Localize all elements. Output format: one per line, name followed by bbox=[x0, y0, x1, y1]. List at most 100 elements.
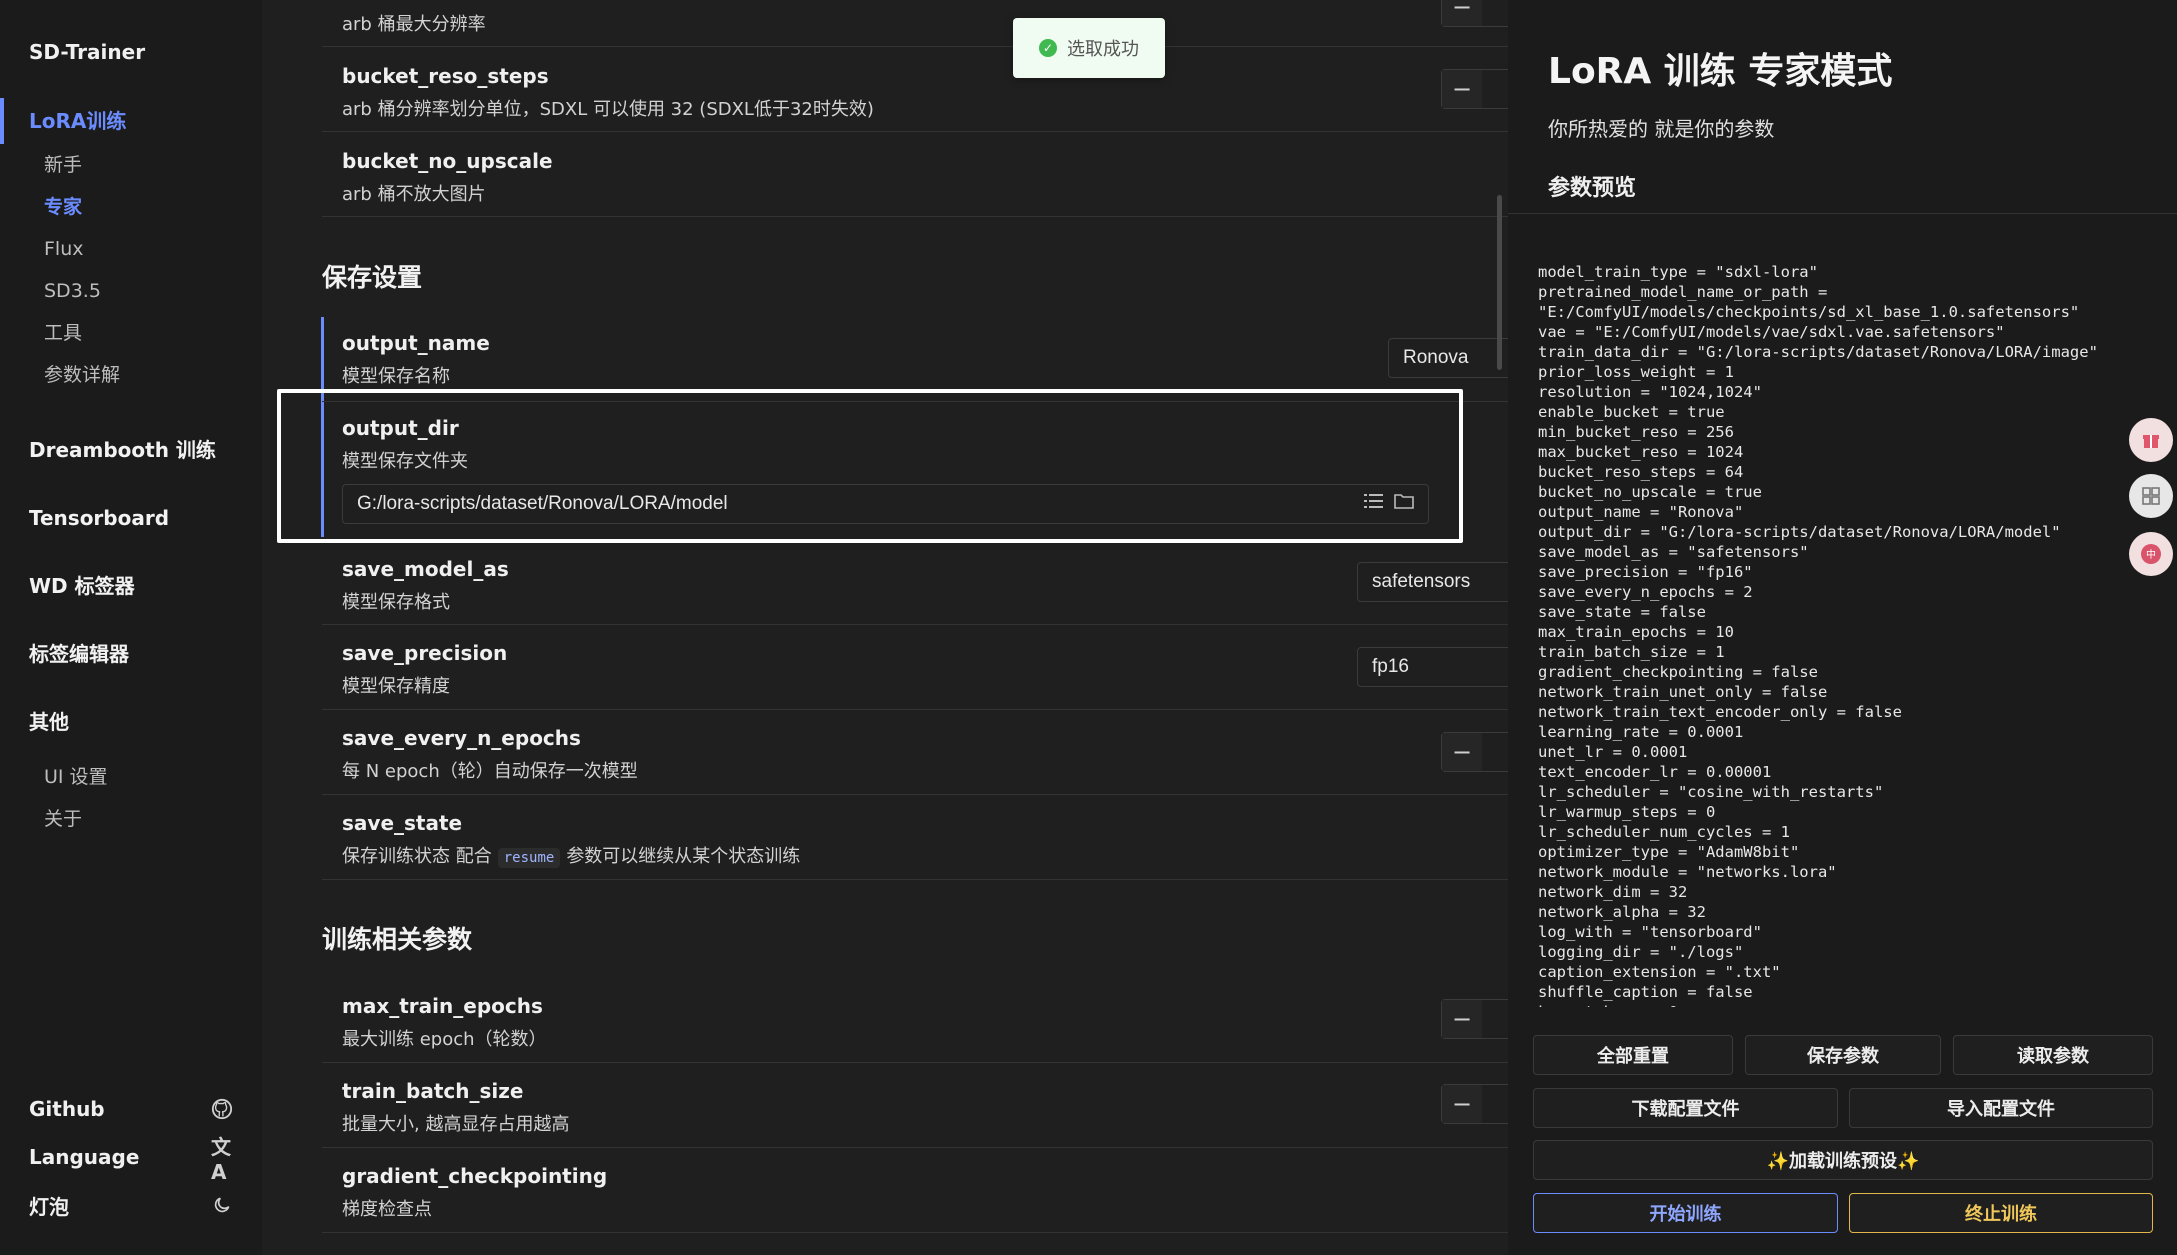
param-row-max-train-epochs: max_train_epochs 最大训练 epoch（轮数） − 10 + ·… bbox=[322, 978, 1508, 1063]
theme-label: 灯泡 bbox=[29, 1194, 69, 1219]
decrement-button[interactable]: − bbox=[1442, 1000, 1482, 1038]
param-name: max_train_epochs bbox=[342, 994, 543, 1018]
main-content: arb 桶最大分辨率 − 1024 + ··· bucket_reso_step… bbox=[262, 0, 1508, 1255]
check-icon: ✓ bbox=[1039, 39, 1057, 57]
param-name: output_name bbox=[342, 331, 490, 355]
download-config-button[interactable]: 下载配置文件 bbox=[1533, 1088, 1838, 1128]
start-training-button[interactable]: 开始训练 bbox=[1533, 1193, 1838, 1233]
param-desc: 最大训练 epoch（轮数） bbox=[342, 1029, 547, 1050]
decrement-button[interactable]: − bbox=[1442, 70, 1482, 108]
param-name: bucket_no_upscale bbox=[342, 149, 553, 173]
sidebar: SD-Trainer LoRA训练 新手 专家 Flux SD3.5 工具 参数… bbox=[0, 0, 262, 1255]
nav-tag-editor[interactable]: 标签编辑器 bbox=[0, 620, 262, 688]
stepper-value[interactable]: 2 bbox=[1482, 741, 1508, 763]
param-desc: arb 桶最大分辨率 bbox=[342, 14, 486, 35]
nav-lora-tools[interactable]: 工具 bbox=[0, 312, 262, 354]
import-config-button[interactable]: 导入配置文件 bbox=[1849, 1088, 2153, 1128]
main-scrollbar[interactable] bbox=[1497, 195, 1502, 370]
param-name: bucket_reso_steps bbox=[342, 64, 549, 88]
svg-text:中: 中 bbox=[2146, 548, 2156, 561]
panel-title: LoRA 训练 专家模式 bbox=[1548, 51, 1893, 92]
nav-other[interactable]: 其他 bbox=[0, 688, 262, 756]
max-bucket-reso-stepper[interactable]: − 1024 + bbox=[1441, 0, 1508, 27]
section-training-params: 训练相关参数 bbox=[322, 925, 473, 954]
toast-text: 选取成功 bbox=[1067, 39, 1139, 60]
param-desc: 批量大小, 越高显存占用越高 bbox=[342, 1114, 570, 1135]
decrement-button[interactable]: − bbox=[1442, 1085, 1482, 1123]
nav-lora-sd35[interactable]: SD3.5 bbox=[0, 270, 262, 312]
train-batch-size-stepper[interactable]: − 1 + bbox=[1441, 1084, 1508, 1124]
github-link[interactable]: Github bbox=[0, 1085, 262, 1133]
save-model-as-select[interactable]: safetensors ⌄ bbox=[1357, 562, 1508, 602]
nav-dreambooth[interactable]: Dreambooth 训练 bbox=[0, 416, 262, 484]
highlight-frame bbox=[277, 389, 1463, 543]
param-name: train_batch_size bbox=[342, 1079, 524, 1103]
panel-subtitle: 你所热爱的 就是你的参数 bbox=[1548, 117, 1775, 141]
max-train-epochs-stepper[interactable]: − 10 + bbox=[1441, 999, 1508, 1039]
language-label: Language bbox=[29, 1145, 140, 1169]
nav-lora-flux[interactable]: Flux bbox=[0, 228, 262, 270]
param-row-bucket-reso-steps: bucket_reso_steps arb 桶分辨率划分单位，SDXL 可以使用… bbox=[322, 47, 1508, 132]
param-desc: 保存训练状态 配合 resume 参数可以继续从某个状态训练 bbox=[342, 842, 800, 868]
apps-icon[interactable] bbox=[2129, 474, 2173, 518]
save-params-button[interactable]: 保存参数 bbox=[1745, 1035, 1941, 1075]
params-preview-code: model_train_type = "sdxl-lora" pretraine… bbox=[1538, 263, 2098, 1007]
moon-icon bbox=[211, 1194, 233, 1216]
param-row-max-bucket-reso: arb 桶最大分辨率 − 1024 + ··· bbox=[322, 0, 1508, 47]
nav-tensorboard[interactable]: Tensorboard bbox=[0, 484, 262, 552]
sidebar-nav: LoRA训练 新手 专家 Flux SD3.5 工具 参数详解 Dreamboo… bbox=[0, 98, 262, 840]
param-row-save-model-as: save_model_as 模型保存格式 safetensors ⌄ ··· bbox=[322, 540, 1508, 625]
stop-training-button[interactable]: 终止训练 bbox=[1849, 1193, 2153, 1233]
reset-all-button[interactable]: 全部重置 bbox=[1533, 1035, 1733, 1075]
preview-heading: 参数预览 bbox=[1548, 176, 1637, 201]
github-icon bbox=[211, 1098, 233, 1120]
desc-text: 参数可以继续从某个状态训练 bbox=[566, 846, 801, 867]
param-desc: 每 N epoch（轮）自动保存一次模型 bbox=[342, 761, 638, 782]
brand-title[interactable]: SD-Trainer bbox=[29, 40, 145, 64]
load-preset-button[interactable]: ✨加载训练预设✨ bbox=[1533, 1140, 2153, 1180]
param-row-train-batch-size: train_batch_size 批量大小, 越高显存占用越高 − 1 + ··… bbox=[322, 1063, 1508, 1148]
param-desc: 模型保存精度 bbox=[342, 676, 450, 697]
nav-ui-settings[interactable]: UI 设置 bbox=[0, 756, 262, 798]
select-value: fp16 bbox=[1372, 656, 1409, 677]
nav-about[interactable]: 关于 bbox=[0, 798, 262, 840]
decrement-button[interactable]: − bbox=[1442, 733, 1482, 771]
language-switch[interactable]: Language 文A bbox=[0, 1133, 262, 1184]
nav-lora-params[interactable]: 参数详解 bbox=[0, 354, 262, 396]
param-name: save_state bbox=[342, 811, 463, 835]
success-toast: ✓ 选取成功 bbox=[1013, 18, 1165, 78]
desc-code: resume bbox=[497, 848, 561, 868]
param-row-gradient-checkpointing: gradient_checkpointing 梯度检查点 ··· bbox=[322, 1148, 1508, 1233]
stepper-value[interactable]: 1 bbox=[1482, 1093, 1508, 1115]
param-desc: 模型保存名称 bbox=[342, 366, 450, 387]
bucket-reso-steps-stepper[interactable]: − 64 + bbox=[1441, 69, 1508, 109]
stepper-value[interactable]: 1024 bbox=[1482, 0, 1508, 18]
load-params-button[interactable]: 读取参数 bbox=[1953, 1035, 2153, 1075]
gift-icon[interactable] bbox=[2129, 418, 2173, 462]
sidebar-bottom: Github Language 文A 灯泡 bbox=[0, 1085, 262, 1229]
select-value: safetensors bbox=[1372, 571, 1471, 592]
translate-icon: 文A bbox=[211, 1134, 231, 1184]
param-row-save-precision: save_precision 模型保存精度 fp16 ⌄ ··· bbox=[322, 625, 1508, 710]
decrement-button[interactable]: − bbox=[1442, 0, 1482, 26]
stepper-value[interactable]: 10 bbox=[1482, 1008, 1508, 1030]
nav-wd-tagger[interactable]: WD 标签器 bbox=[0, 552, 262, 620]
param-row-bucket-no-upscale: bucket_no_upscale arb 桶不放大图片 ··· bbox=[322, 132, 1508, 217]
nav-lora[interactable]: LoRA训练 bbox=[0, 98, 262, 144]
param-desc: 模型保存格式 bbox=[342, 592, 450, 613]
save-every-n-epochs-stepper[interactable]: − 2 + bbox=[1441, 732, 1508, 772]
translate-float-icon[interactable]: 中 bbox=[2129, 532, 2173, 576]
stepper-value[interactable]: 64 bbox=[1482, 78, 1508, 100]
save-precision-select[interactable]: fp16 ⌄ bbox=[1357, 647, 1508, 687]
param-row-save-every-n-epochs: save_every_n_epochs 每 N epoch（轮）自动保存一次模型… bbox=[322, 710, 1508, 795]
theme-toggle[interactable]: 灯泡 bbox=[0, 1181, 262, 1229]
desc-text: 保存训练状态 配合 bbox=[342, 846, 492, 867]
param-desc: arb 桶不放大图片 bbox=[342, 184, 486, 205]
param-row-save-state: save_state 保存训练状态 配合 resume 参数可以继续从某个状态训练 … bbox=[322, 795, 1508, 880]
param-name: save_precision bbox=[342, 641, 508, 665]
nav-lora-expert[interactable]: 专家 bbox=[0, 186, 262, 228]
nav-lora-beginner[interactable]: 新手 bbox=[0, 144, 262, 186]
output-name-input[interactable]: Ronova bbox=[1388, 338, 1508, 378]
param-desc: 梯度检查点 bbox=[342, 1199, 432, 1220]
param-name: save_model_as bbox=[342, 557, 509, 581]
